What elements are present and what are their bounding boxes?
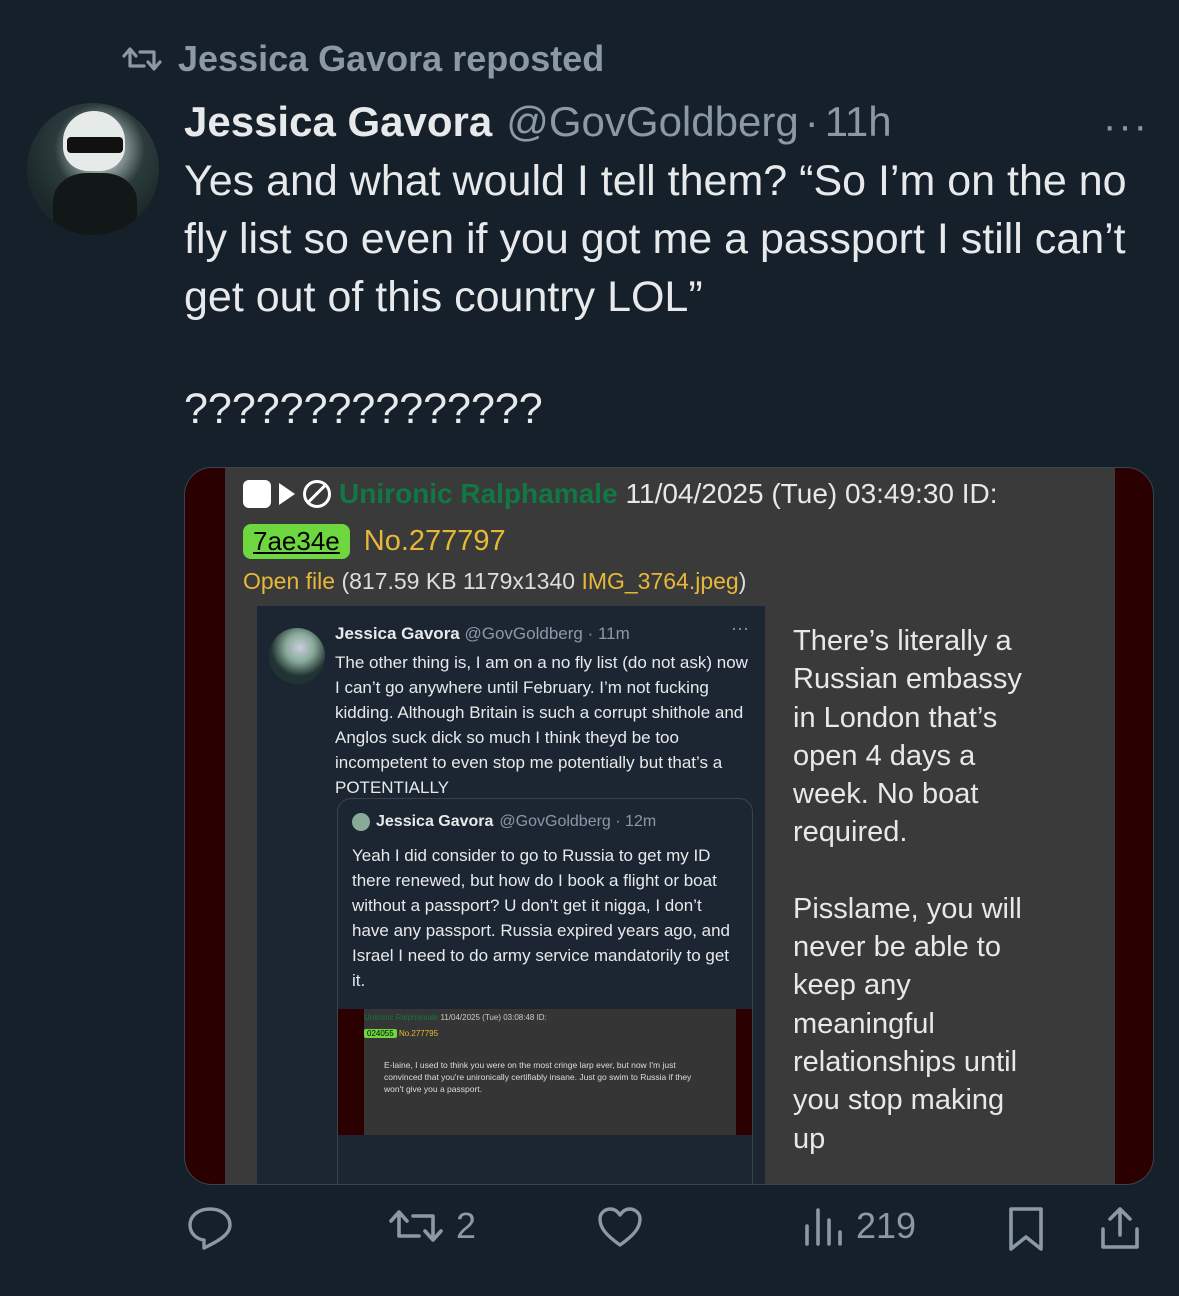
repost-button[interactable]: 2 xyxy=(386,1205,476,1247)
post-datetime: 11/04/2025 (Tue) 03:49:30 ID: xyxy=(625,478,998,509)
media-border-right xyxy=(1115,468,1153,1184)
views-count: 219 xyxy=(856,1205,917,1246)
more-options-icon[interactable]: ··· xyxy=(1103,104,1149,149)
repost-count: 2 xyxy=(456,1205,477,1246)
quote-author-name: Jessica Gavora xyxy=(376,813,494,830)
file-info: (817.59 KB 1179x1340 xyxy=(341,568,576,594)
file-close: ) xyxy=(738,568,747,594)
embedded-avatar xyxy=(269,628,325,684)
expand-triangle-icon xyxy=(279,483,295,505)
avatar[interactable] xyxy=(27,103,159,235)
repost-icon xyxy=(120,44,164,74)
views-button[interactable]: 219 xyxy=(802,1205,916,1247)
tweet-time[interactable]: 11h xyxy=(825,98,892,146)
post-reply-paragraph-2: Pisslame, you will never be able to keep… xyxy=(793,892,1022,1155)
post-id-badge: 7ae34e xyxy=(243,524,350,559)
reply-button[interactable] xyxy=(186,1205,244,1251)
embedded-tweet-text: The other thing is, I am on a no fly lis… xyxy=(335,653,748,797)
quote-avatar xyxy=(352,813,370,831)
embedded-quote-card: Jessica Gavora @GovGoldberg · 12m Yeah I… xyxy=(337,798,753,1184)
checkbox-icon xyxy=(243,480,271,508)
post-number: No.277797 xyxy=(363,525,506,557)
author-name[interactable]: Jessica Gavora xyxy=(184,98,492,146)
quote-media-id-line: 024055 No.277795 xyxy=(364,1029,438,1038)
embedded-author-name: Jessica Gavora xyxy=(335,624,460,643)
heart-icon xyxy=(596,1205,644,1249)
embedded-more-icon: ··· xyxy=(731,618,749,638)
quote-media-text: E-laine, I used to think you were on the… xyxy=(384,1060,692,1094)
share-icon xyxy=(1098,1205,1142,1251)
tweet-text-question-marks: ??????????????? xyxy=(184,385,543,433)
post-id-line: 7ae34e No.277797 xyxy=(243,524,506,559)
media-border-left xyxy=(185,468,225,1184)
header-separator: · xyxy=(804,98,819,145)
tweet-text: Yes and what would I tell them? “So I’m … xyxy=(184,157,1127,321)
quote-media-op-name: Unironic Ralphamale xyxy=(364,1013,439,1022)
post-op-name: Unironic Ralphamale xyxy=(339,478,618,509)
quote-text: Yeah I did consider to go to Russia to g… xyxy=(352,846,731,990)
embedded-screenshot: Jessica Gavora @GovGoldberg · 11m ··· Th… xyxy=(257,606,765,1184)
post-file-line: Open file (817.59 KB 1179x1340 IMG_3764.… xyxy=(243,568,746,595)
repost-label: Jessica Gavora reposted xyxy=(178,38,605,79)
embedded-handle-time: @GovGoldberg · 11m xyxy=(464,624,630,643)
open-file-link: Open file xyxy=(243,568,336,594)
repost-indicator[interactable]: Jessica Gavora reposted xyxy=(120,38,604,80)
quote-handle-time: @GovGoldberg · 12m xyxy=(499,813,657,830)
quote-media-id-badge: 024055 xyxy=(364,1029,397,1038)
action-bar: 2 219 xyxy=(186,1205,1146,1265)
quote-header: Jessica Gavora @GovGoldberg · 12m xyxy=(352,813,656,831)
quote-media-header: Unironic Ralphamale 11/04/2025 (Tue) 03:… xyxy=(364,1013,547,1022)
quote-media-datetime: 11/04/2025 (Tue) 03:08:48 ID: xyxy=(440,1013,547,1022)
bookmark-button[interactable] xyxy=(1006,1205,1046,1253)
embedded-header: Jessica Gavora @GovGoldberg · 11m xyxy=(335,624,630,644)
post-reply-paragraph-1: There’s literally a Russian embassy in L… xyxy=(793,625,1022,849)
quote-media-post-number: No.277795 xyxy=(398,1029,439,1038)
hide-icon xyxy=(303,480,331,508)
share-button[interactable] xyxy=(1098,1205,1142,1251)
post-header: Unironic Ralphamale 11/04/2025 (Tue) 03:… xyxy=(243,478,998,510)
author-handle[interactable]: @GovGoldberg xyxy=(506,98,798,146)
quote-media: Unironic Ralphamale 11/04/2025 (Tue) 03:… xyxy=(338,1009,752,1135)
repost-icon-action xyxy=(386,1206,446,1246)
post-reply-text: There’s literally a Russian embassy in L… xyxy=(793,622,1023,1158)
reply-icon xyxy=(186,1205,234,1251)
tweet-header: Jessica Gavora @GovGoldberg · 11h xyxy=(184,98,892,146)
tweet-media-image[interactable]: Unironic Ralphamale 11/04/2025 (Tue) 03:… xyxy=(184,467,1154,1185)
bookmark-icon xyxy=(1006,1205,1046,1253)
views-icon xyxy=(802,1206,846,1246)
file-name: IMG_3764.jpeg xyxy=(581,568,739,594)
like-button[interactable] xyxy=(596,1205,654,1249)
